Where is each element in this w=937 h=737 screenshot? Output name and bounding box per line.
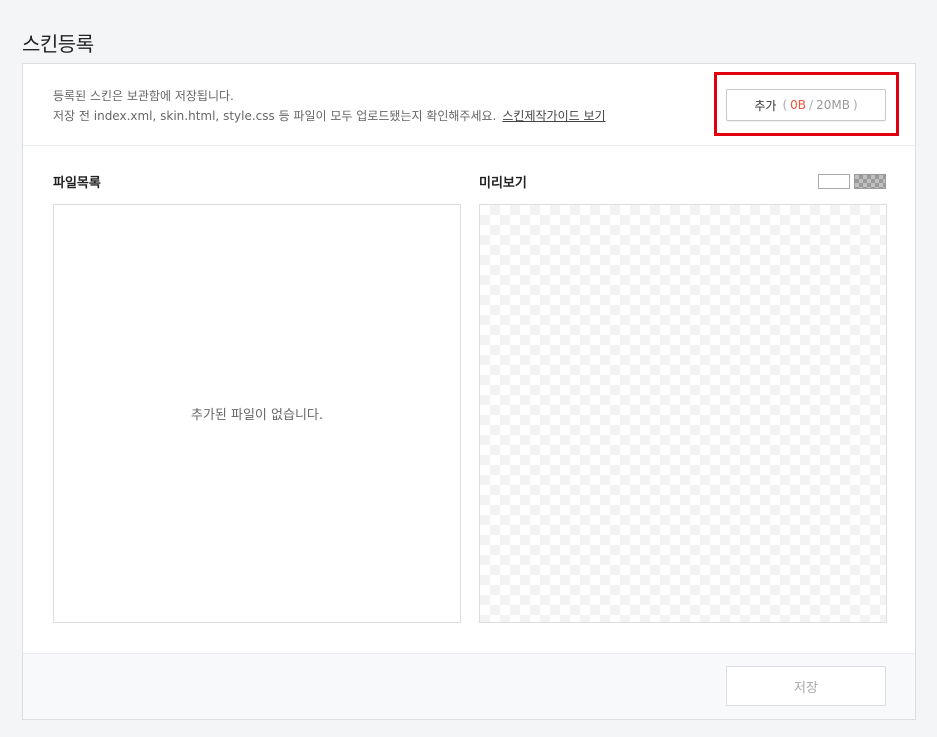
- info-bar: 등록된 스킨은 보관함에 저장됩니다. 저장 전 index.xml, skin…: [23, 64, 915, 146]
- skin-register-panel: 등록된 스킨은 보관함에 저장됩니다. 저장 전 index.xml, skin…: [22, 63, 916, 720]
- size-separator: /: [809, 98, 814, 112]
- info-text-storage: 등록된 스킨은 보관함에 저장됩니다.: [53, 89, 234, 103]
- add-button-close-paren: ): [852, 98, 858, 112]
- preview-bg-checker-toggle[interactable]: [854, 174, 886, 189]
- add-button-label: 추가: [754, 98, 777, 113]
- preview-label: 미리보기: [479, 176, 527, 191]
- skin-guide-link[interactable]: 스킨제작가이드 보기: [502, 109, 605, 123]
- size-limit: 20MB: [816, 98, 850, 112]
- file-list-label: 파일목록: [53, 176, 101, 191]
- file-list-empty-message: 추가된 파일이 없습니다.: [191, 408, 323, 423]
- preview-bg-white-toggle[interactable]: [818, 174, 850, 189]
- add-file-button[interactable]: 추가 ( 0B / 20MB ): [726, 89, 886, 121]
- add-button-open-paren: (: [782, 98, 788, 112]
- footer-bar: 저장: [23, 653, 915, 719]
- preview-box: [479, 204, 887, 623]
- info-text-files-label: 저장 전 index.xml, skin.html, style.css 등 파…: [53, 109, 497, 123]
- file-list-box[interactable]: 추가된 파일이 없습니다.: [53, 204, 461, 623]
- page-title: 스킨등록: [22, 32, 94, 56]
- save-button[interactable]: 저장: [726, 666, 886, 706]
- used-size: 0B: [790, 98, 807, 112]
- info-text-files: 저장 전 index.xml, skin.html, style.css 등 파…: [53, 107, 606, 124]
